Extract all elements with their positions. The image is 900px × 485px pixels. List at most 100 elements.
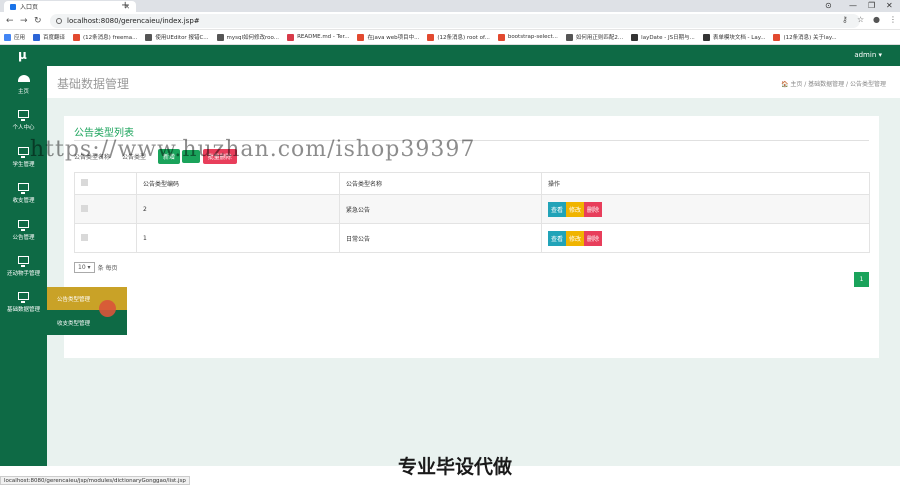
edit-button[interactable]: 修改 bbox=[566, 201, 585, 217]
bookmark-favicon-icon bbox=[33, 33, 41, 41]
sidebar-item-finance[interactable]: 收支管理 bbox=[0, 183, 47, 204]
delete-button[interactable]: 删除 bbox=[584, 201, 603, 217]
sidebar-item-returns[interactable]: 还动物手管理 bbox=[0, 256, 47, 277]
bookmark-favicon-icon bbox=[565, 33, 573, 41]
bookmark-item[interactable]: 使用UEditor 报错C... bbox=[145, 33, 209, 41]
monitor-icon bbox=[18, 256, 29, 267]
bookmark-label: mysql如何修改roo... bbox=[226, 35, 280, 41]
bookmark-label: (12条消息) 关于lay... bbox=[783, 35, 837, 41]
cell-code: 2 bbox=[136, 194, 340, 224]
bookmark-item[interactable]: layDate - JS日期与... bbox=[631, 33, 695, 41]
account-icon[interactable]: ● bbox=[873, 15, 880, 24]
bookmark-item[interactable]: 应用 bbox=[4, 33, 25, 41]
bookmark-item[interactable]: mysql如何修改roo... bbox=[216, 33, 280, 41]
sidebar-item-notices[interactable]: 公告管理 bbox=[0, 220, 47, 241]
delete-button[interactable]: 删除 bbox=[584, 230, 603, 246]
status-bar: localhost:8080/gerencaieu/jsp/modules/di… bbox=[0, 476, 190, 485]
view-button[interactable]: 查看 bbox=[548, 201, 567, 217]
sidebar-item-label: 基础数据管理 bbox=[6, 307, 40, 313]
bookmark-item[interactable]: README.md - Ter... bbox=[287, 33, 349, 41]
back-icon[interactable]: ← bbox=[6, 14, 14, 28]
page-size-select[interactable]: 10 ▾ bbox=[74, 262, 95, 273]
footer-watermark: 专业毕设代做 bbox=[398, 456, 513, 478]
select-all-checkbox[interactable] bbox=[81, 179, 88, 186]
maximize-button[interactable]: ❐ bbox=[868, 0, 875, 12]
url-field[interactable]: localhost:8080/gerencaieu/index.jsp# bbox=[50, 14, 860, 28]
sidebar-item-base-data[interactable]: 基础数据管理 bbox=[0, 292, 47, 313]
cell-actions: 查看 修改 删除 bbox=[541, 223, 870, 253]
address-bar: ← → ↻ localhost:8080/gerencaieu/index.js… bbox=[0, 12, 900, 30]
monitor-icon bbox=[18, 220, 29, 231]
table-header-row: 公告类型编码 公告类型名称 操作 bbox=[74, 172, 870, 195]
page-favicon-icon bbox=[10, 3, 16, 10]
url-watermark: https://www.huzhan.com/ishop39397 bbox=[30, 137, 476, 162]
sidebar: 主页 个人中心 学生管理 收支管理 公告管理 还动物手管理 基础数据管理 bbox=[0, 66, 47, 485]
info-icon[interactable] bbox=[56, 18, 62, 24]
bookmark-favicon-icon bbox=[287, 33, 295, 41]
table-row: 2 紧急公告 查看 修改 删除 bbox=[74, 194, 870, 224]
bookmark-favicon-icon bbox=[145, 33, 153, 41]
bookmark-item[interactable]: 百度翻译 bbox=[33, 33, 65, 41]
bookmark-favicon-icon bbox=[427, 33, 435, 41]
bookmark-label: 在java web项目中... bbox=[367, 35, 420, 41]
bookmark-item[interactable]: 表单模块文档 - Lay... bbox=[702, 33, 765, 41]
flyout-item-finance-types[interactable]: 收支类型管理 bbox=[47, 310, 127, 335]
bookmark-favicon-icon bbox=[357, 33, 365, 41]
star-icon[interactable]: ☆ bbox=[857, 15, 864, 24]
data-table: 公告类型编码 公告类型名称 操作 2 紧急公告 查看 修改 删除 1 日常公告 查看… bbox=[74, 172, 870, 253]
bookmark-label: layDate - JS日期与... bbox=[641, 35, 695, 41]
cell-actions: 查看 修改 删除 bbox=[541, 194, 870, 224]
column-header: 操作 bbox=[541, 172, 870, 195]
reload-icon[interactable]: ↻ bbox=[34, 14, 42, 28]
bookmark-label: (12条消息) freema... bbox=[83, 35, 138, 41]
close-window-button[interactable]: ✕ bbox=[886, 0, 893, 12]
column-header: 公告类型名称 bbox=[339, 172, 542, 195]
page-button-current[interactable]: 1 bbox=[854, 272, 869, 287]
main-content: 基础数据管理 🏠 主页 / 基础数据管理 / 公告类型管理 公告类型列表 公告类… bbox=[47, 66, 900, 466]
sidebar-item-label: 收支管理 bbox=[12, 198, 35, 204]
monitor-icon bbox=[18, 292, 29, 303]
bookmark-item[interactable]: 在java web项目中... bbox=[357, 33, 419, 41]
bookmark-item[interactable]: (12条消息) freema... bbox=[73, 33, 137, 41]
cell-code: 1 bbox=[136, 223, 340, 253]
row-checkbox[interactable] bbox=[81, 204, 88, 212]
bookmark-label: bootstrap-select... bbox=[507, 34, 558, 40]
bookmark-favicon-icon bbox=[702, 33, 710, 41]
key-icon[interactable]: ⚷ bbox=[842, 15, 848, 24]
minimize-button[interactable]: — bbox=[849, 0, 857, 12]
sidebar-item-label: 主页 bbox=[17, 89, 29, 95]
sidebar-item-home[interactable]: 主页 bbox=[0, 75, 47, 95]
url-text: localhost:8080/gerencaieu/index.jsp# bbox=[67, 17, 200, 25]
cursor-highlight bbox=[99, 300, 116, 317]
bookmark-label: (12条消息) root of... bbox=[437, 35, 490, 41]
forward-icon[interactable]: → bbox=[20, 14, 28, 28]
admin-menu[interactable]: admin ▾ bbox=[854, 51, 882, 59]
bookmark-item[interactable]: (12条消息) root of... bbox=[427, 33, 490, 41]
bookmark-item[interactable]: bootstrap-select... bbox=[497, 33, 558, 41]
breadcrumb[interactable]: 🏠 主页 / 基础数据管理 / 公告类型管理 bbox=[781, 79, 886, 88]
row-checkbox[interactable] bbox=[81, 233, 88, 241]
browser-tab[interactable]: 入口页 ✕ bbox=[4, 1, 136, 12]
apps-icon bbox=[4, 33, 11, 41]
app-header: μ admin ▾ bbox=[0, 45, 900, 66]
bookmark-item[interactable]: (12条消息) 关于lay... bbox=[773, 33, 837, 41]
new-tab-button[interactable]: + bbox=[121, 0, 129, 12]
bookmark-label: 百度翻译 bbox=[43, 35, 66, 41]
edit-button[interactable]: 修改 bbox=[566, 230, 585, 246]
view-button[interactable]: 查看 bbox=[548, 230, 567, 246]
bookmark-favicon-icon bbox=[631, 33, 639, 41]
sidebar-item-personal-center[interactable]: 个人中心 bbox=[0, 110, 47, 131]
bookmark-favicon-icon bbox=[773, 33, 781, 41]
sidebar-item-label: 公告管理 bbox=[12, 235, 35, 241]
bookmarks-bar: 应用 百度翻译 (12条消息) freema... 使用UEditor 报错C... m… bbox=[0, 30, 900, 45]
profile-icon[interactable]: ⊙ bbox=[825, 0, 832, 12]
app-logo[interactable]: μ bbox=[18, 48, 27, 62]
bookmark-item[interactable]: 如何用正则匹配2... bbox=[565, 33, 624, 41]
bookmark-favicon-icon bbox=[216, 33, 224, 41]
menu-icon[interactable]: ⋮ bbox=[889, 15, 897, 24]
table-row: 1 日常公告 查看 修改 删除 bbox=[74, 223, 870, 253]
sidebar-item-label: 个人中心 bbox=[12, 125, 35, 131]
bookmark-label: 使用UEditor 报错C... bbox=[155, 35, 209, 41]
bookmark-label: 应用 bbox=[14, 35, 26, 41]
bookmark-label: 如何用正则匹配2... bbox=[575, 35, 624, 41]
